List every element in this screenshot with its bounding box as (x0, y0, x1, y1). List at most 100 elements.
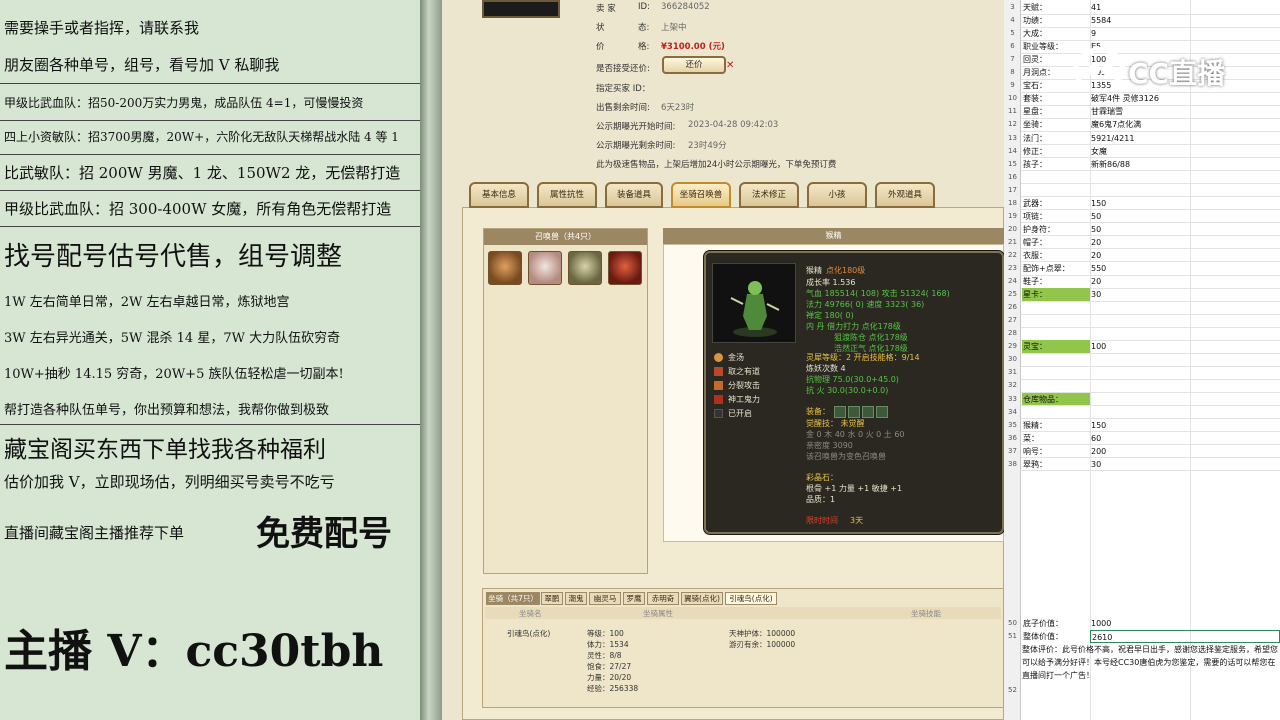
sheet-cell-value[interactable]: 150 (1090, 419, 1190, 432)
sheet-cell-label[interactable]: 孩子： (1022, 158, 1090, 171)
sheet-cell-label[interactable] (1022, 366, 1090, 379)
sheet-cell-value[interactable] (1090, 301, 1190, 314)
tab-equipment[interactable]: 装备道具 (605, 182, 663, 208)
sheet-cell-label[interactable]: 星盘： (1022, 105, 1090, 118)
sheet-cell-value[interactable]: 20 (1090, 275, 1190, 288)
sheet-cell-label[interactable] (1022, 353, 1090, 366)
sheet-cell-value[interactable]: 60 (1090, 432, 1190, 445)
sheet-cell-label[interactable]: 修正： (1022, 145, 1090, 158)
sheet-cell-label[interactable]: 帽子： (1022, 236, 1090, 249)
sheet-cell-value[interactable]: 200 (1090, 445, 1190, 458)
sheet-cell-label[interactable]: 翠鸦： (1022, 458, 1090, 471)
mount-tab[interactable]: 赤明奇 (647, 592, 679, 605)
sheet-cell-label[interactable] (1022, 171, 1090, 184)
sheet-cell-label[interactable]: 功绩： (1022, 14, 1090, 27)
sheet-cell-value[interactable]: 1000 (1090, 617, 1190, 630)
mount-tab[interactable]: 幽灵马 (589, 592, 621, 605)
sheet-cell-value[interactable]: 甘霖瑞雪 (1090, 105, 1190, 118)
sheet-cell-label[interactable]: 套装： (1022, 92, 1090, 105)
sheet-cell-label[interactable] (1022, 327, 1090, 340)
tab-basic-info[interactable]: 基本信息 (469, 182, 529, 208)
mount-tab[interactable]: 坐骑（共7只） (486, 592, 540, 605)
sheet-cell-value[interactable]: 2610 (1090, 630, 1280, 643)
mount-tab[interactable]: 潮鬼 (565, 592, 587, 605)
tab-children[interactable]: 小孩 (807, 182, 867, 208)
sheet-cell-label[interactable]: 项链： (1022, 210, 1090, 223)
sheet-cell-value[interactable]: 30 (1090, 458, 1190, 471)
sheet-cell-label[interactable]: 法门： (1022, 132, 1090, 145)
sheet-cell-label[interactable] (1022, 314, 1090, 327)
mount-tab[interactable]: 罗鹰 (623, 592, 645, 605)
pet-limit-label: 限时时间 (806, 516, 838, 525)
sheet-cell-value[interactable]: 550 (1090, 262, 1190, 275)
close-icon[interactable]: ✕ (726, 60, 734, 71)
sheet-cell-label[interactable]: 整体价值： (1022, 630, 1090, 643)
tab-spells[interactable]: 法术修正 (739, 182, 799, 208)
sheet-cell-value[interactable]: 5921/4211 (1090, 132, 1190, 145)
bargain-button[interactable]: 还价 (662, 56, 726, 74)
sheet-cell-label[interactable]: 天赋： (1022, 1, 1090, 14)
promo-line: 比武敏队：招 200W 男魔、1 龙、150W2 龙，无偿帮打造 (4, 164, 401, 182)
equip-slot-icon[interactable] (876, 406, 888, 418)
sheet-cell-value[interactable]: 女魔 (1090, 145, 1190, 158)
tab-mounts-pets[interactable]: 坐骑召唤兽 (671, 182, 731, 208)
sheet-cell-value[interactable] (1090, 393, 1190, 406)
sheet-cell-label[interactable]: 护身符： (1022, 223, 1090, 236)
sheet-cell-value[interactable]: 41 (1090, 1, 1190, 14)
sheet-cell-value[interactable]: 魔6鬼7点化满 (1090, 118, 1190, 131)
equip-slot-icon[interactable] (848, 406, 860, 418)
mount-tab[interactable]: 引魂鸟(点化) (725, 592, 777, 605)
sheet-cell-label[interactable]: 衣服： (1022, 249, 1090, 262)
sheet-cell-value[interactable] (1090, 379, 1190, 392)
sheet-cell-value[interactable]: 50 (1090, 223, 1190, 236)
sheet-cell-value[interactable] (1090, 406, 1190, 419)
sheet-cell-value[interactable] (1090, 353, 1190, 366)
sheet-cell-value[interactable] (1090, 171, 1190, 184)
mount-tab[interactable]: 翼骑(点化) (681, 592, 723, 605)
pet-icon-monkey[interactable] (488, 251, 522, 285)
sheet-cell-value[interactable] (1090, 366, 1190, 379)
sheet-cell-value[interactable]: 20 (1090, 249, 1190, 262)
skill-icon (714, 353, 723, 362)
sheet-cell-label[interactable]: 仓库物品： (1022, 392, 1090, 406)
sheet-cell-value[interactable]: 150 (1090, 197, 1190, 210)
sheet-cell-value[interactable]: 破军4件 灵修3126 (1090, 92, 1190, 105)
sheet-cell-value[interactable] (1090, 327, 1190, 340)
equip-slot-icon[interactable] (834, 406, 846, 418)
sheet-cell-label[interactable] (1022, 406, 1090, 419)
sheet-cell-label[interactable]: 菜： (1022, 432, 1090, 445)
tab-attributes[interactable]: 属性抗性 (537, 182, 597, 208)
sheet-cell-label[interactable]: 底子价值： (1022, 617, 1090, 630)
sheet-cell-label[interactable]: 鞋子： (1022, 275, 1090, 288)
sheet-cell-label[interactable] (1022, 379, 1090, 392)
summary-text[interactable]: 整体评价：此号价格不高，祝君早日出手，感谢您选择鉴定服务，希望您可以给予满分好评… (1022, 643, 1280, 693)
divider-line (0, 424, 420, 425)
sheet-cell-value[interactable] (1090, 314, 1190, 327)
sheet-cell-label[interactable] (1022, 301, 1090, 314)
pet-icon-demon[interactable] (608, 251, 642, 285)
row-number: 6 (1010, 42, 1015, 51)
sheet-cell-label[interactable] (1022, 184, 1090, 197)
sheet-cell-value[interactable]: 5584 (1090, 14, 1190, 27)
sheet-cell-label[interactable]: 响号： (1022, 445, 1090, 458)
pet-inner-core: 狙渡陈仓 点化178级 (834, 333, 908, 342)
pet-icon-mask[interactable] (528, 251, 562, 285)
sheet-cell-label[interactable]: 大成： (1022, 27, 1090, 40)
sheet-cell-label[interactable]: 配饰+点翠： (1022, 262, 1090, 275)
sheet-cell-value[interactable]: 30 (1090, 288, 1190, 301)
sheet-cell-value[interactable]: 20 (1090, 236, 1190, 249)
equip-slot-icon[interactable] (862, 406, 874, 418)
sheet-cell-label[interactable]: 坐骑： (1022, 118, 1090, 131)
sheet-cell-value[interactable]: 9 (1090, 27, 1190, 40)
sheet-cell-label[interactable]: 猴精： (1022, 419, 1090, 432)
sheet-cell-label[interactable]: 灵宝： (1022, 340, 1090, 354)
sheet-cell-value[interactable]: 100 (1090, 340, 1190, 353)
sheet-cell-value[interactable]: 50 (1090, 210, 1190, 223)
sheet-cell-value[interactable]: 新新86/88 (1090, 158, 1190, 171)
pet-icon-warrior[interactable] (568, 251, 602, 285)
mount-tab[interactable]: 翠鹏 (541, 592, 563, 605)
sheet-cell-value[interactable] (1090, 184, 1190, 197)
tab-appearance[interactable]: 外观道具 (875, 182, 935, 208)
sheet-cell-label[interactable]: 武器： (1022, 197, 1090, 210)
sheet-cell-label[interactable]: 星卡： (1022, 288, 1090, 302)
